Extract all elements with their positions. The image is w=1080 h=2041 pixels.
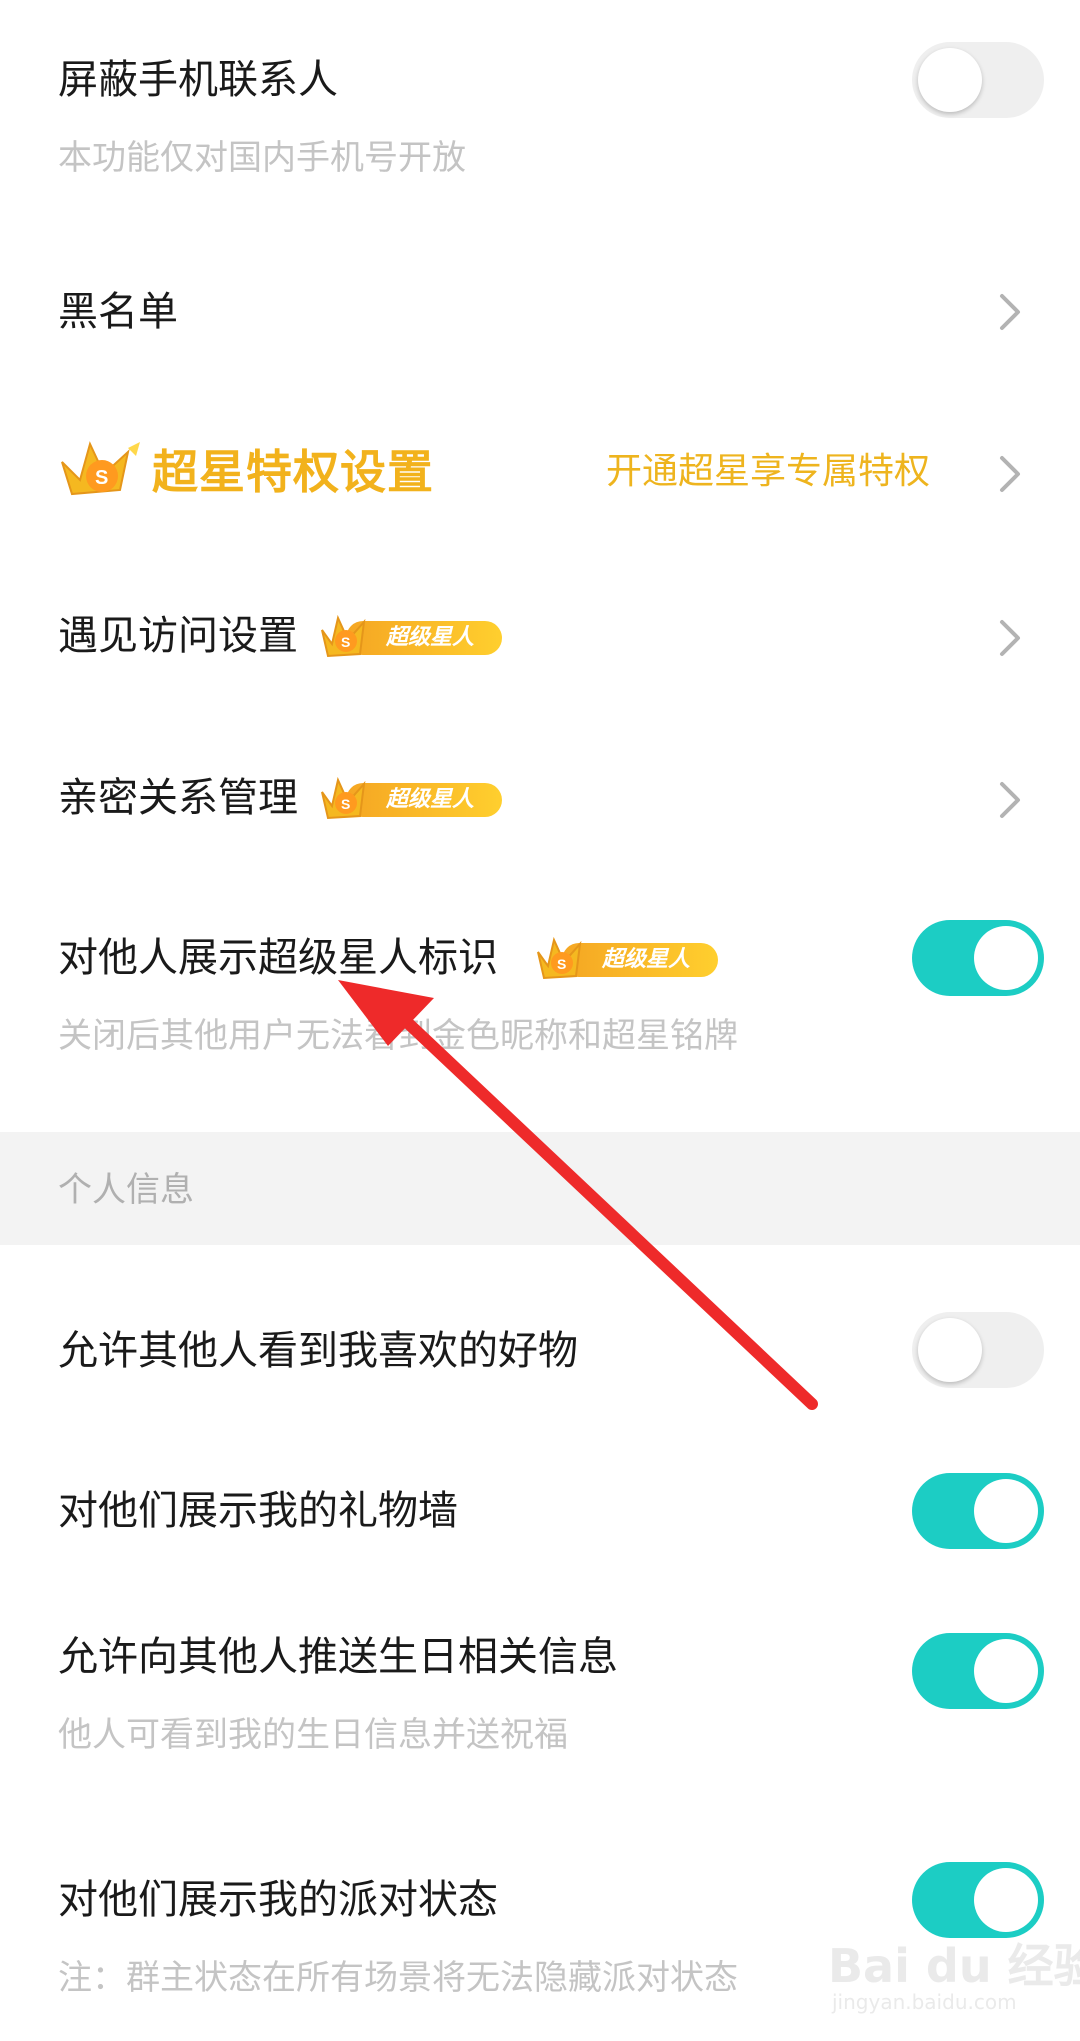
liked-items-toggle[interactable] [912,1312,1044,1388]
block-contacts-title: 屏蔽手机联系人 [58,57,338,103]
party-status-subtitle: 注：群主状态在所有场景将无法隐藏派对状态 [58,1958,738,1998]
show-badge-toggle[interactable] [912,920,1044,996]
svg-text:S: S [341,796,350,812]
gift-wall-toggle[interactable] [912,1473,1044,1549]
svg-text:S: S [557,956,566,972]
badge-label: 超级星人 [602,947,691,972]
setting-row-birthday[interactable]: 允许向其他人推送生日相关信息 他人可看到我的生日信息并送祝福 [0,1575,1080,1795]
toggle-knob [974,1639,1038,1703]
toggle-knob [974,1479,1038,1543]
toggle-knob [974,926,1038,990]
liked-items-title: 允许其他人看到我喜欢的好物 [58,1328,578,1374]
gift-wall-title: 对他们展示我的礼物墙 [58,1488,458,1534]
chevron-right-icon [990,448,1030,500]
setting-row-block-contacts[interactable]: 屏蔽手机联系人 本功能仅对国内手机号开放 [0,0,1080,200]
blacklist-title: 黑名单 [58,289,178,335]
setting-row-super-star[interactable]: S 超星特权设置 开通超星享专属特权 [0,390,1080,550]
setting-row-intimate[interactable]: 亲密关系管理 超级星人 S [0,710,1080,870]
toggle-knob [918,1318,982,1382]
show-badge-subtitle: 关闭后其他用户无法看到金色昵称和超星铭牌 [58,1016,738,1056]
super-star-action[interactable]: 开通超星享专属特权 [606,448,930,496]
badge-label: 超级星人 [386,625,475,650]
super-star-title: 超星特权设置 [152,445,434,499]
watermark-url: jingyan.baidu.com [832,1990,1017,2014]
birthday-title: 允许向其他人推送生日相关信息 [58,1634,618,1680]
setting-row-gift-wall[interactable]: 对他们展示我的礼物墙 [0,1415,1080,1575]
chevron-right-icon [990,286,1030,338]
section-header-personal-info: 个人信息 [58,1170,194,1210]
birthday-subtitle: 他人可看到我的生日信息并送祝福 [58,1715,568,1755]
block-contacts-toggle[interactable] [912,42,1044,118]
badge-label: 超级星人 [386,787,475,812]
chevron-right-icon [990,774,1030,826]
setting-row-liked-items[interactable]: 允许其他人看到我喜欢的好物 [0,1245,1080,1415]
setting-row-blacklist[interactable]: 黑名单 [0,230,1080,390]
meet-visit-title: 遇见访问设置 [58,613,298,659]
svg-text:S: S [95,467,108,489]
crown-badge-icon: S [537,936,582,980]
chevron-right-icon [990,612,1030,664]
intimate-title: 亲密关系管理 [58,775,298,821]
setting-row-meet-visit[interactable]: 遇见访问设置 超级星人 S [0,550,1080,710]
show-badge-title: 对他人展示超级星人标识 [58,935,498,981]
party-status-toggle[interactable] [912,1862,1044,1938]
crown-badge-icon: S [321,776,366,820]
birthday-toggle[interactable] [912,1633,1044,1709]
crown-badge-icon: S [321,614,366,658]
toggle-knob [918,48,982,112]
setting-row-show-badge[interactable]: 对他人展示超级星人标识 超级星人 S 关闭后其他用户无法看到金色昵称和超星铭牌 [0,870,1080,1090]
crown-badge-icon: S [61,441,140,496]
block-contacts-subtitle: 本功能仅对国内手机号开放 [58,138,466,178]
party-status-title: 对他们展示我的派对状态 [58,1877,498,1923]
watermark-brand: Bai du 经验 [828,1939,1080,1993]
svg-text:S: S [341,634,350,650]
toggle-knob [974,1868,1038,1932]
baidu-jingyan-watermark: Bai du 经验 jingyan.baidu.com [828,1930,1080,2030]
